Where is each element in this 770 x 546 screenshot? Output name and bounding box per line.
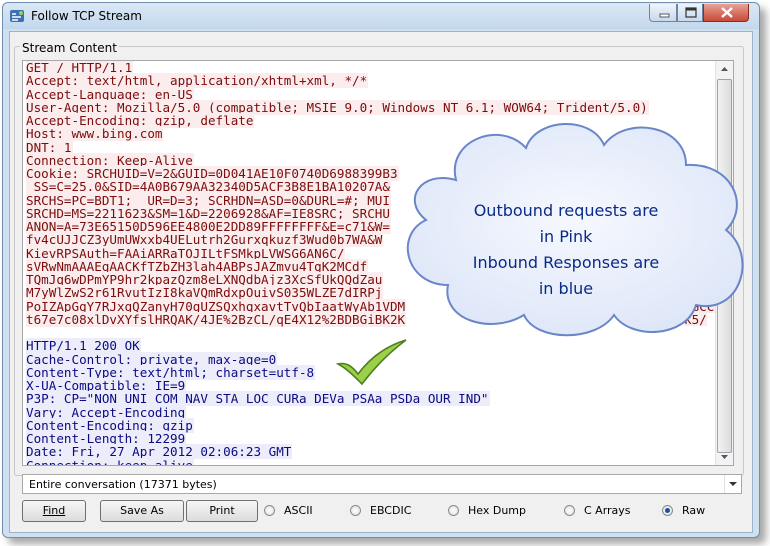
save-as-button[interactable]: Save As bbox=[100, 500, 184, 522]
stream-line-text: Date: Fri, 27 Apr 2012 02:06:23 GMT bbox=[26, 444, 293, 460]
find-button-label: Find bbox=[42, 504, 66, 517]
annotation-text: Outbound requests are in Pink Inbound Re… bbox=[416, 198, 716, 302]
inbound-line: Content-Length: 12299 bbox=[26, 431, 716, 446]
inbound-line: Connection: keep-alive bbox=[26, 457, 716, 465]
stream-line-text: P3P: CP="NON UNI COM NAV STA LOC CURa DE… bbox=[26, 391, 490, 407]
outbound-line: GET / HTTP/1.1 bbox=[26, 61, 716, 75]
stream-line-text: HTTP/1.1 200 OK bbox=[26, 338, 141, 354]
stream-line-text: t67e7c08xlDvXYfslHRQAK/4JE%2BzCL/qE4X12%… bbox=[26, 311, 407, 327]
minimize-icon bbox=[659, 13, 670, 18]
inbound-line: Date: Fri, 27 Apr 2012 02:06:23 GMT bbox=[26, 444, 716, 460]
radio-ascii-label: ASCII bbox=[284, 504, 313, 517]
radio-c-arrays-dot[interactable] bbox=[564, 505, 575, 516]
radio-raw-dot[interactable] bbox=[662, 505, 673, 516]
stream-content-label: Stream Content bbox=[20, 41, 119, 55]
scroll-up-icon[interactable] bbox=[717, 61, 732, 77]
radio-hex-dump-label: Hex Dump bbox=[468, 504, 526, 517]
stream-line-text: _SS=C=25.0&SID=4A0B679AA32340D5ACF3B8E1B… bbox=[26, 179, 391, 195]
dropdown-arrow-icon[interactable] bbox=[724, 475, 741, 493]
title-bar[interactable]: Follow TCP Stream bbox=[3, 3, 759, 29]
annotation-line: in Pink bbox=[539, 227, 593, 246]
conversation-select-value: Entire conversation (17371 bytes) bbox=[29, 478, 217, 491]
annotation-line: Outbound requests are bbox=[473, 201, 659, 220]
close-icon bbox=[721, 7, 733, 18]
conversation-select[interactable]: Entire conversation (17371 bytes) bbox=[22, 474, 742, 494]
stream-line-text: Accept: text/html, application/xhtml+xml… bbox=[26, 73, 369, 89]
stream-line-text: Connection: keep-alive bbox=[26, 457, 194, 465]
stream-line-text: M7yWlZwS2r61RvutIzI8kaVQmRdxpOuivS035WLZ… bbox=[26, 285, 384, 301]
maximize-icon bbox=[685, 7, 697, 18]
minimize-button[interactable] bbox=[649, 4, 677, 22]
maximize-button[interactable] bbox=[677, 4, 703, 22]
stream-line-text: Host: www.bing.com bbox=[26, 126, 164, 142]
radio-c-arrays-label: C Arrays bbox=[584, 504, 631, 517]
checkmark-icon bbox=[335, 339, 407, 386]
outbound-line: Accept-Language: en-US bbox=[26, 86, 716, 102]
scroll-down-icon[interactable] bbox=[717, 449, 732, 465]
radio-ebcdic-dot[interactable] bbox=[350, 505, 361, 516]
inbound-line: Vary: Accept-Encoding bbox=[26, 404, 716, 420]
radio-hex-dump-dot[interactable] bbox=[448, 505, 459, 516]
outbound-line: Accept: text/html, application/xhtml+xml… bbox=[26, 73, 716, 89]
annotation-line: Inbound Responses are bbox=[472, 253, 660, 272]
print-button-label: Print bbox=[209, 504, 235, 517]
app-icon bbox=[10, 10, 24, 22]
inbound-line: P3P: CP="NON UNI COM NAV STA LOC CURa DE… bbox=[26, 391, 716, 407]
find-button[interactable]: Find bbox=[22, 500, 86, 522]
inbound-line: Content-Encoding: gzip bbox=[26, 417, 716, 433]
annotation-line: in blue bbox=[538, 279, 594, 298]
close-button[interactable] bbox=[703, 4, 749, 22]
print-button[interactable]: Print bbox=[186, 500, 258, 522]
radio-ebcdic-label: EBCDIC bbox=[370, 504, 412, 517]
stream-line-text: fv4cUJJCZ3yUmUWxxb4UELutrh2Gurxqkuzf3Wud… bbox=[26, 232, 384, 248]
radio-ascii-dot[interactable] bbox=[264, 505, 275, 516]
window-title: Follow TCP Stream bbox=[31, 9, 142, 23]
radio-raw-label: Raw bbox=[682, 504, 706, 517]
save-as-button-label: Save As bbox=[120, 504, 164, 517]
